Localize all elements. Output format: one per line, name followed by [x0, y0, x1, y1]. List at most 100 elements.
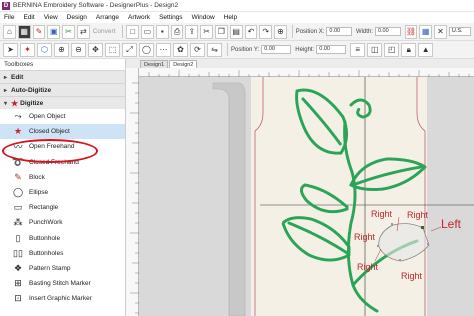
tool-block[interactable]: ✎ Block: [0, 170, 125, 185]
select-arrow-icon[interactable]: ➤: [3, 42, 18, 57]
right-click-label: Right: [407, 210, 429, 220]
section-edit-label: Edit: [11, 73, 24, 81]
zoom-icon[interactable]: ⊕: [274, 24, 287, 39]
tool-closed-freehand[interactable]: ➰ Closed Freehand: [0, 155, 125, 170]
left-click-label: Left: [441, 217, 462, 231]
home-icon[interactable]: ⌂: [3, 24, 16, 39]
lock-icon[interactable]: 🔒︎: [401, 42, 417, 57]
tool-ellipse[interactable]: ◯ Ellipse: [0, 185, 125, 200]
tool-label: Ellipse: [29, 189, 49, 197]
print-icon[interactable]: ⎙: [170, 24, 184, 39]
rectangle-icon: ▭: [13, 202, 23, 213]
tool-rectangle[interactable]: ▭ Rectangle: [0, 200, 125, 215]
menu-window[interactable]: Window: [192, 14, 215, 21]
tool-buttonholes[interactable]: ▯▯ Buttonholes: [0, 246, 125, 261]
mirror-icon[interactable]: ⇋: [207, 42, 222, 57]
embroidery-canvas-icon[interactable]: ▦: [17, 24, 31, 39]
tool-label: Basting Stitch Marker: [29, 280, 91, 288]
convert-label[interactable]: Convert: [93, 28, 116, 35]
redo-icon[interactable]: ↷: [259, 24, 273, 39]
tab-design2[interactable]: Design2: [169, 60, 198, 68]
save-icon[interactable]: ▪: [155, 24, 169, 39]
artwork-canvas-icon[interactable]: ✎: [32, 24, 46, 39]
right-click-label: Right: [354, 232, 376, 242]
zoom-in-icon[interactable]: ⊕: [54, 42, 69, 57]
artistic-view-icon[interactable]: ✿: [173, 42, 188, 57]
open-object-icon: ⤳: [14, 111, 22, 122]
right-click-label: Right: [371, 209, 393, 219]
menu-help[interactable]: Help: [224, 14, 237, 21]
zoom-box-icon[interactable]: ⬚: [105, 42, 120, 57]
height-field[interactable]: 0.00: [316, 45, 347, 54]
lock-proportions-icon[interactable]: ⛓: [404, 24, 418, 39]
ungroup-icon[interactable]: ◰: [384, 42, 400, 57]
fit-icon[interactable]: ⤢: [122, 42, 137, 57]
tool-punchwork[interactable]: ⁂ PunchWork: [0, 215, 125, 230]
position-x-field[interactable]: 0.00: [326, 27, 352, 36]
tool-insert-graphic-marker[interactable]: ⊡ Insert Graphic Marker: [0, 291, 125, 306]
tool-open-freehand[interactable]: 〰 Open Freehand: [0, 139, 125, 154]
units-select[interactable]: U.S.: [448, 27, 472, 36]
toolboxes-title: Toolboxes: [4, 61, 34, 68]
tab-design1[interactable]: Design1: [140, 60, 169, 68]
reshape-icon[interactable]: ✦: [20, 42, 35, 57]
tool-buttonhole[interactable]: ▯ Buttonhole: [0, 231, 125, 246]
zoom-out-icon[interactable]: ⊖: [71, 42, 86, 57]
show-stitches-icon[interactable]: ⋯: [156, 42, 171, 57]
new-file-icon[interactable]: □: [126, 24, 140, 39]
shape-fill-icon[interactable]: ▲: [418, 42, 434, 57]
rotate-icon[interactable]: ⟳: [190, 42, 205, 57]
section-edit[interactable]: ▸ Edit: [0, 70, 125, 83]
tool-label: Closed Object: [29, 128, 70, 136]
menu-edit[interactable]: Edit: [23, 14, 34, 21]
section-digitize[interactable]: ▾ ★ Digitize: [0, 96, 125, 109]
menu-settings[interactable]: Settings: [159, 14, 183, 21]
tool-label: Closed Freehand: [29, 158, 79, 166]
toolboxes-panel: Toolboxes ▸ Edit ▸ Auto-Digitize ▾ ★ Dig…: [0, 59, 126, 316]
menu-file[interactable]: File: [4, 14, 14, 21]
group-icon[interactable]: ◫: [367, 42, 383, 57]
stitch-view-icon[interactable]: ✂: [62, 24, 75, 39]
hoop-icon[interactable]: ◯: [139, 42, 154, 57]
align-icon[interactable]: ≡: [350, 42, 366, 57]
basting-stitch-marker-icon: ⊞: [14, 278, 22, 289]
chevron-down-icon: ▾: [4, 100, 8, 107]
width-field[interactable]: 0.00: [374, 27, 401, 36]
tool-pattern-stamp[interactable]: ❖ Pattern Stamp: [0, 261, 125, 276]
tool-label: Pattern Stamp: [29, 264, 71, 272]
section-auto-digitize[interactable]: ▸ Auto-Digitize: [0, 83, 125, 96]
closed-freehand-icon: ➰: [12, 156, 24, 167]
pan-icon[interactable]: ✥: [88, 42, 103, 57]
open-folder-icon[interactable]: ▭: [141, 24, 154, 39]
tools-icon[interactable]: ✕: [434, 24, 447, 39]
menu-arrange[interactable]: Arrange: [96, 14, 119, 21]
open-freehand-icon: 〰: [13, 142, 23, 153]
right-click-label: Right: [401, 271, 423, 281]
menu-design[interactable]: Design: [67, 14, 87, 21]
menu-bar: File Edit View Design Arrange Artwork Se…: [0, 12, 474, 23]
tool-closed-object[interactable]: ★ Closed Object: [0, 124, 125, 140]
export-icon[interactable]: ⇪: [185, 24, 199, 39]
paste-icon[interactable]: ▤: [229, 24, 243, 39]
tool-basting-stitch-marker[interactable]: ⊞ Basting Stitch Marker: [0, 276, 125, 291]
design-canvas[interactable]: Right Right Right Right Right Left: [139, 77, 474, 316]
design-view-icon[interactable]: ▣: [47, 24, 61, 39]
menu-view[interactable]: View: [44, 14, 58, 21]
menu-artwork[interactable]: Artwork: [128, 14, 150, 21]
undo-icon[interactable]: ↶: [244, 24, 258, 39]
ruler-top: [139, 68, 474, 77]
cut-icon[interactable]: ✂: [200, 24, 213, 39]
tool-label: Block: [29, 173, 45, 181]
copy-icon[interactable]: ❐: [214, 24, 228, 39]
toolbar-separator: [227, 43, 228, 56]
digitize-star-icon: ★: [11, 98, 19, 108]
polygon-select-icon[interactable]: ⬡: [37, 42, 52, 57]
section-digitize-label: Digitize: [20, 99, 44, 107]
grid-icon[interactable]: ▦: [419, 24, 433, 39]
tool-open-object[interactable]: ⤳ Open Object: [0, 109, 125, 124]
position-y-field[interactable]: 0.00: [261, 45, 292, 54]
window-title: BERNINA Embroidery Software - DesignerPl…: [13, 2, 179, 9]
insert-graphic-marker-icon: ⊡: [14, 293, 22, 304]
convert-icon[interactable]: ⇄: [76, 24, 90, 39]
chevron-right-icon: ▸: [4, 74, 8, 81]
